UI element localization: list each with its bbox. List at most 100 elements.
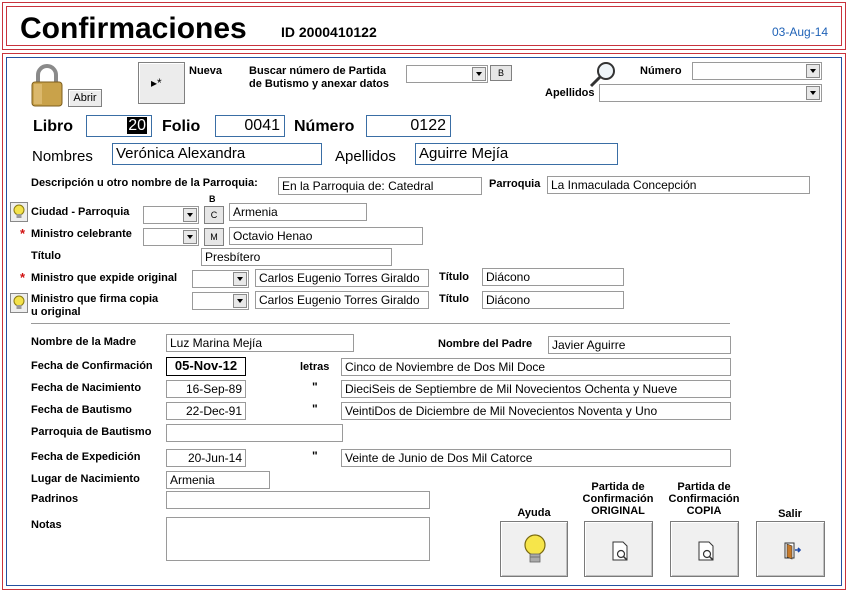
header-date: 03-Aug-14 xyxy=(772,25,829,39)
ministro-expide-select[interactable] xyxy=(192,270,249,288)
lugar-nacimiento-field[interactable]: Armenia xyxy=(166,471,270,489)
ditto-mark: " xyxy=(312,402,318,416)
salir-button[interactable] xyxy=(756,521,825,577)
lightbulb-icon xyxy=(13,204,25,218)
buscar-button[interactable]: B xyxy=(490,65,512,81)
chevron-down-icon xyxy=(183,208,197,222)
madre-field[interactable]: Luz Marina Mejía xyxy=(166,334,354,352)
parroquia-field[interactable]: La Inmaculada Concepción xyxy=(547,176,810,194)
nombres-field[interactable]: Verónica Alexandra xyxy=(112,143,322,165)
notas-label: Notas xyxy=(31,519,62,531)
apellidos-search-label: Apellidos xyxy=(545,87,595,99)
abrir-button[interactable]: Abrir xyxy=(68,89,102,107)
record-id: ID 2000410122 xyxy=(281,24,377,40)
notas-field[interactable] xyxy=(166,517,430,561)
numero-field[interactable]: 0122 xyxy=(366,115,451,137)
libro-label: Libro xyxy=(33,118,73,135)
fecha-confirmacion-field[interactable]: 05-Nov-12 xyxy=(166,357,246,376)
ciudad-select[interactable] xyxy=(143,206,199,224)
chevron-down-icon xyxy=(233,272,247,286)
fecha-bautismo-label: Fecha de Bautismo xyxy=(31,404,132,416)
ayuda-label: Ayuda xyxy=(517,507,551,519)
original-label: Partida de Confirmación ORIGINAL xyxy=(574,481,662,517)
apellidos-search-select[interactable] xyxy=(599,84,822,102)
ministro-firma-select[interactable] xyxy=(192,292,249,310)
apellidos-label: Apellidos xyxy=(335,148,396,165)
chevron-down-icon xyxy=(806,64,820,78)
buscar-label-2: de Butismo y anexar datos xyxy=(249,78,389,90)
ministro-expide-label: Ministro que expide original xyxy=(31,272,178,284)
ditto-mark: " xyxy=(312,380,318,394)
lightbulb-button[interactable] xyxy=(10,293,28,313)
ayuda-button[interactable] xyxy=(500,521,568,577)
ministro-m-button[interactable]: M xyxy=(204,228,224,246)
print-preview-icon xyxy=(612,541,628,561)
padrinos-field[interactable] xyxy=(166,491,430,509)
parroquia-label: Parroquia xyxy=(489,178,541,190)
fecha-confirmacion-letras[interactable]: Cinco de Noviembre de Dos Mil Doce xyxy=(341,358,731,376)
ciudad-field[interactable]: Armenia xyxy=(229,203,367,221)
folio-field[interactable]: 0041 xyxy=(215,115,285,137)
new-record-icon: ▸* xyxy=(151,76,162,90)
original-label-line-3: ORIGINAL xyxy=(591,505,645,517)
fecha-nacimiento-label: Fecha de Nacimiento xyxy=(31,382,142,394)
print-preview-icon xyxy=(698,541,714,561)
ministro-expide-titulo-field[interactable]: Diácono xyxy=(482,268,624,286)
ministro-expide-field[interactable]: Carlos Eugenio Torres Giraldo xyxy=(255,269,429,287)
ciudad-b-label: B xyxy=(209,194,216,204)
partida-original-button[interactable] xyxy=(584,521,653,577)
original-label-line-2: Confirmación xyxy=(582,493,654,505)
ministro-celebrante-field[interactable]: Octavio Henao xyxy=(229,227,423,245)
required-asterisk: * xyxy=(20,270,26,285)
original-label-line-1: Partida de xyxy=(591,481,645,493)
padre-label: Nombre del Padre xyxy=(438,338,533,350)
page-title: Confirmaciones xyxy=(20,12,247,45)
letras-label: letras xyxy=(300,361,330,373)
numero-search-label: Número xyxy=(640,65,682,77)
lightbulb-icon xyxy=(524,534,546,563)
fecha-expedicion-label: Fecha de Expedición xyxy=(31,451,141,463)
partida-copia-button[interactable] xyxy=(670,521,739,577)
ciudad-label: Ciudad - Parroquia xyxy=(31,206,130,218)
descripcion-label: Descripción u otro nombre de la Parroqui… xyxy=(31,177,258,189)
buscar-partida-select[interactable] xyxy=(406,65,488,83)
fecha-expedicion-letras[interactable]: Veinte de Junio de Dos Mil Catorce xyxy=(341,449,731,467)
descripcion-field[interactable]: En la Parroquia de: Catedral xyxy=(278,177,482,195)
fecha-nacimiento-field[interactable]: 16-Sep-89 xyxy=(166,380,246,398)
exit-door-icon xyxy=(784,542,802,560)
ministro-expide-titulo-label: Título xyxy=(439,271,469,283)
section-divider xyxy=(31,323,730,324)
numero-search-select[interactable] xyxy=(692,62,822,80)
chevron-down-icon xyxy=(233,294,247,308)
chevron-down-icon xyxy=(472,67,486,81)
titulo-label: Título xyxy=(31,250,61,262)
ministro-firma-field[interactable]: Carlos Eugenio Torres Giraldo xyxy=(255,291,429,309)
fecha-bautismo-letras[interactable]: VeintiDos de Diciembre de Mil Noveciento… xyxy=(341,402,731,420)
buscar-label-1: Buscar número de Partida xyxy=(249,65,386,77)
required-asterisk: * xyxy=(20,226,26,241)
parroquia-bautismo-field[interactable] xyxy=(166,424,343,442)
parroquia-bautismo-label: Parroquia de Bautismo xyxy=(31,426,152,438)
copia-label-line-1: Partida de xyxy=(677,481,731,493)
fecha-nacimiento-letras[interactable]: DieciSeis de Septiembre de Mil Novecient… xyxy=(341,380,731,398)
new-record-button[interactable]: ▸* xyxy=(138,62,185,104)
ciudad-c-button[interactable]: C xyxy=(204,206,224,224)
titulo-field[interactable]: Presbítero xyxy=(201,248,392,266)
apellidos-field[interactable]: Aguirre Mejía xyxy=(415,143,618,165)
copia-label-line-3: COPIA xyxy=(686,505,722,517)
copia-label: Partida de Confirmación COPIA xyxy=(660,481,748,517)
lock-icon xyxy=(30,63,64,107)
ditto-mark: " xyxy=(312,449,318,463)
ministro-firma-label-2: u original xyxy=(31,306,81,318)
lightbulb-button[interactable] xyxy=(10,202,28,222)
ministro-firma-titulo-label: Título xyxy=(439,293,469,305)
fecha-bautismo-field[interactable]: 22-Dec-91 xyxy=(166,402,246,420)
fecha-expedicion-field[interactable]: 20-Jun-14 xyxy=(166,449,246,467)
padre-field[interactable]: Javier Aguirre xyxy=(548,336,731,354)
libro-field[interactable]: 20 xyxy=(86,115,152,137)
ministro-firma-titulo-field[interactable]: Diácono xyxy=(482,291,624,309)
lugar-nacimiento-label: Lugar de Nacimiento xyxy=(31,473,140,485)
chevron-down-icon xyxy=(806,86,820,100)
ministro-celebrante-select[interactable] xyxy=(143,228,199,246)
chevron-down-icon xyxy=(183,230,197,244)
